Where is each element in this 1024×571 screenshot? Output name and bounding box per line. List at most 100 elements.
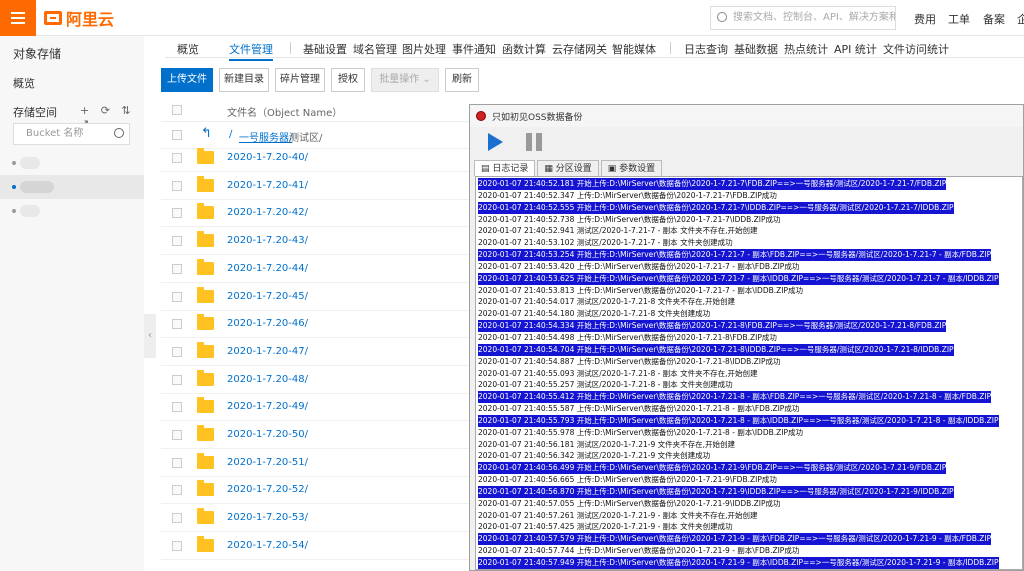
row-checkbox[interactable] [172, 208, 182, 219]
row-checkbox[interactable] [172, 457, 182, 468]
tab-api-stats[interactable]: API 统计 [834, 41, 877, 57]
global-search-input[interactable]: 搜索文档、控制台、API、解决方案和资源 [710, 6, 896, 30]
tab-function-compute[interactable]: 函数计算 [502, 41, 546, 57]
bucket-item-selected[interactable] [0, 175, 144, 199]
bucket-search-input[interactable]: Bucket 名称 [13, 123, 130, 145]
folder-link[interactable]: 2020-1-7.20-49/ [227, 401, 308, 412]
upload-button[interactable]: 上传文件 [161, 68, 213, 92]
row-checkbox[interactable] [172, 402, 182, 413]
folder-link[interactable]: 2020-1-7.20-51/ [227, 457, 308, 468]
row-checkbox[interactable] [172, 263, 182, 274]
row-checkbox[interactable] [172, 513, 182, 524]
back-arrow-icon[interactable]: ↰ [201, 126, 212, 141]
tab-domain[interactable]: 域名管理 [353, 41, 397, 57]
breadcrumb-server[interactable]: 一号服务器/ [239, 129, 292, 144]
folder-link[interactable]: 2020-1-7.20-47/ [227, 346, 308, 357]
log-line: 2020-01-07 21:40:54.704 开始上传:D:\MirServe… [478, 343, 954, 356]
window-titlebar[interactable]: 只如初见OSS数据备份 [470, 105, 1023, 127]
table-row[interactable]: 2020-1-7.20-50/ [161, 422, 471, 449]
table-row[interactable]: 2020-1-7.20-46/ [161, 311, 471, 339]
table-row[interactable]: 2020-1-7.20-40/ [161, 145, 471, 172]
folder-link[interactable]: 2020-1-7.20-41/ [227, 180, 308, 191]
tab-storage-gateway[interactable]: 云存储网关 [552, 41, 607, 57]
tab-partition-settings[interactable]: ▦ 分区设置 [537, 160, 599, 176]
tab-file-access-stats[interactable]: 文件访问统计 [883, 41, 949, 57]
bucket-item[interactable] [0, 199, 144, 223]
folder-link[interactable]: 2020-1-7.20-53/ [227, 512, 308, 523]
tab-smart-media[interactable]: 智能媒体 [612, 41, 656, 57]
folder-link[interactable]: 2020-1-7.20-48/ [227, 374, 308, 385]
breadcrumb-root[interactable]: / [229, 129, 232, 140]
sidebar-item-overview[interactable]: 概览 [13, 75, 35, 91]
table-row[interactable]: 2020-1-7.20-51/ [161, 450, 471, 477]
table-row[interactable]: 2020-1-7.20-53/ [161, 505, 471, 533]
log-line: 2020-01-07 21:40:57.425 测试区/2020-1-7.21-… [478, 522, 733, 532]
top-link-icp[interactable]: 备案 [983, 11, 1005, 27]
tab-image-processing[interactable]: 图片处理 [402, 41, 446, 57]
log-line: 2020-01-07 21:40:53.420 上传:D:\MirServer\… [478, 261, 800, 271]
bucket-item[interactable] [0, 151, 144, 175]
table-row[interactable]: 2020-1-7.20-52/ [161, 477, 471, 505]
log-line: 2020-01-07 21:40:52.347 上传:D:\MirServer\… [478, 190, 777, 200]
tab-file-management[interactable]: 文件管理 [229, 41, 273, 61]
tab-basic-data[interactable]: 基础数据 [734, 41, 778, 57]
app-icon [476, 111, 486, 121]
play-icon[interactable] [488, 133, 503, 151]
tab-basic-settings[interactable]: 基础设置 [303, 41, 347, 57]
table-row[interactable]: 2020-1-7.20-45/ [161, 284, 471, 311]
folder-icon [197, 425, 214, 441]
tab-hot-stats[interactable]: 热点统计 [784, 41, 828, 57]
folder-link[interactable]: 2020-1-7.20-54/ [227, 540, 308, 551]
folder-link[interactable]: 2020-1-7.20-44/ [227, 263, 308, 274]
top-link-billing[interactable]: 费用 [914, 11, 936, 27]
new-directory-button[interactable]: 新建目录 [219, 68, 269, 92]
search-icon [717, 12, 727, 22]
logo[interactable]: 阿里云 [44, 8, 114, 29]
folder-link[interactable]: 2020-1-7.20-42/ [227, 207, 308, 218]
table-row[interactable]: 2020-1-7.20-41/ [161, 173, 471, 200]
tab-log-records[interactable]: ▤ 日志记录 [474, 160, 536, 176]
table-row[interactable]: 2020-1-7.20-47/ [161, 339, 471, 366]
log-line: 2020-01-07 21:40:53.102 测试区/2020-1-7.21-… [478, 238, 733, 248]
sidebar-collapse-toggle[interactable]: ‹ [144, 314, 156, 358]
tab-event-notification[interactable]: 事件通知 [452, 41, 496, 57]
folder-icon [197, 203, 214, 220]
log-panel[interactable]: 2020-01-07 21:40:52.181 开始上传:D:\MirServe… [475, 176, 1023, 570]
row-checkbox[interactable] [172, 291, 182, 302]
top-link-enterprise[interactable]: 企 [1017, 11, 1024, 27]
row-checkbox[interactable] [172, 319, 182, 330]
row-checkbox[interactable] [172, 236, 182, 247]
top-link-ticket[interactable]: 工单 [948, 11, 970, 27]
menu-icon[interactable] [0, 0, 36, 36]
batch-operation-button[interactable]: 批量操作 ⌄ [371, 68, 439, 92]
folder-link[interactable]: 2020-1-7.20-45/ [227, 291, 308, 302]
tab-parameter-settings-label: 参数设置 [619, 164, 656, 174]
table-row[interactable]: 2020-1-7.20-42/ [161, 200, 471, 228]
tab-overview[interactable]: 概览 [177, 41, 199, 57]
authorize-button[interactable]: 授权 [331, 68, 365, 92]
folder-link[interactable]: 2020-1-7.20-40/ [227, 152, 308, 163]
fragment-management-button[interactable]: 碎片管理 [275, 68, 325, 92]
folder-link[interactable]: 2020-1-7.20-50/ [227, 429, 308, 440]
table-row[interactable]: 2020-1-7.20-48/ [161, 367, 471, 394]
row-checkbox[interactable] [172, 130, 182, 140]
row-checkbox[interactable] [172, 430, 182, 440]
refresh-button[interactable]: 刷新 [445, 68, 479, 92]
folder-link[interactable]: 2020-1-7.20-46/ [227, 318, 308, 329]
row-checkbox[interactable] [172, 374, 182, 385]
row-checkbox[interactable] [172, 153, 182, 163]
table-row[interactable]: 2020-1-7.20-54/ [161, 533, 471, 560]
table-row[interactable]: 2020-1-7.20-49/ [161, 394, 471, 422]
select-all-checkbox[interactable] [172, 105, 182, 115]
table-row[interactable]: 2020-1-7.20-43/ [161, 228, 471, 256]
row-checkbox[interactable] [172, 180, 182, 191]
folder-link[interactable]: 2020-1-7.20-52/ [227, 484, 308, 495]
row-checkbox[interactable] [172, 346, 182, 357]
row-checkbox[interactable] [172, 540, 182, 551]
pause-icon[interactable] [526, 133, 544, 151]
row-checkbox[interactable] [172, 485, 182, 496]
tab-log-query[interactable]: 日志查询 [684, 41, 728, 57]
table-row[interactable]: 2020-1-7.20-44/ [161, 256, 471, 283]
folder-link[interactable]: 2020-1-7.20-43/ [227, 235, 308, 246]
tab-parameter-settings[interactable]: ▣ 参数设置 [600, 160, 663, 176]
